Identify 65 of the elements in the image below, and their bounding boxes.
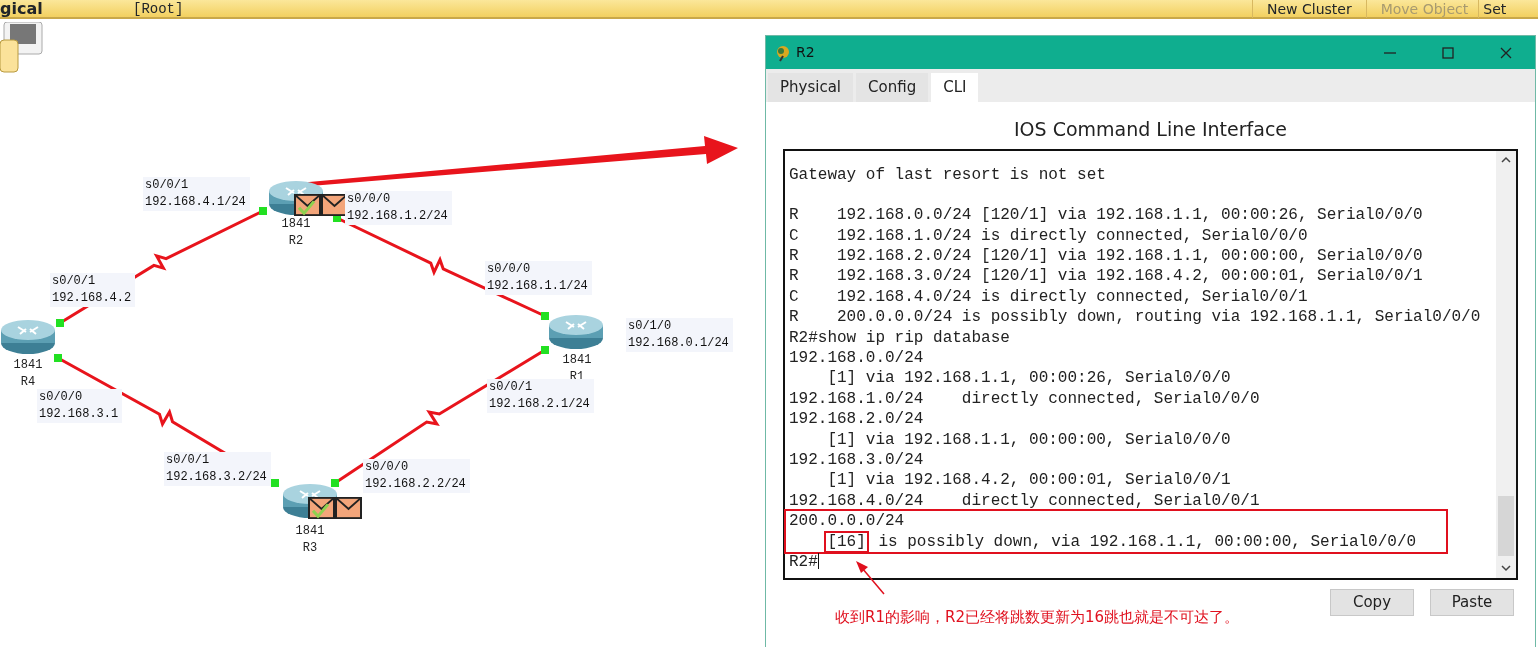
toolbar-button[interactable]: New Cluster (1252, 0, 1366, 18)
router-name: R4 (19, 374, 37, 391)
model-label: 1841 (280, 216, 312, 233)
interface-name: s0/0/0 (347, 191, 392, 208)
terminal-line: 192.168.2.0/24 (789, 410, 924, 429)
interface-name: s0/0/1 (145, 177, 190, 194)
terminal-line: 192.168.0.0/24 (789, 349, 924, 367)
panel-heading: IOS Command Line Interface (1012, 117, 1289, 142)
tab[interactable]: Physical (768, 73, 854, 102)
terminal-line: [1] via 192.168.1.1, 00:00:26, Serial0/0/0 (827, 369, 1231, 388)
toolbar-button[interactable]: Set (1478, 0, 1511, 18)
model-label: 1841 (12, 357, 44, 374)
interface-name: s0/0/1 (166, 452, 211, 469)
ip-address: 192.168.4.1/24 (145, 194, 246, 211)
ip-address: 192.168.2.1/24 (489, 396, 590, 413)
tab[interactable]: Config (856, 73, 929, 102)
ip-address: 192.168.1.2/24 (347, 208, 448, 225)
terminal-line: R2#show ip rip database (789, 328, 1010, 347)
terminal-line: R 192.168.0.0/24 [120/1] via 192.168.1.1, 00:00:26, Serial0/0/0 (789, 206, 1423, 225)
terminal-line: R 200.0.0.0/24 is possibly down, routing via 192.168.1.1, Serial0/0/0 (789, 308, 1481, 327)
annotation-text: 收到R1的影响，R2已经将跳数更新为16跳也就是不可达了。 (835, 607, 1240, 628)
interface-name: s0/0/0 (39, 389, 84, 406)
terminal-line: is possibly down, via 192.168.1.1, 00:00:00, Serial0/0/0 (877, 532, 1417, 551)
envelope-icon[interactable] (294, 192, 321, 216)
model-label: 1841 (294, 523, 326, 540)
window-title: R2 (796, 43, 815, 62)
scrollbar-thumb[interactable] (1498, 495, 1514, 556)
hop-count: [16] (824, 530, 869, 553)
terminal-line: 200.0.0.0/24 (789, 512, 905, 531)
dialog-button[interactable]: Copy (1330, 588, 1414, 616)
path-label: [Root] (133, 0, 184, 18)
terminal-line: [1] via 192.168.1.1, 00:00:00, Serial0/0/0 (827, 430, 1231, 449)
interface-name: s0/0/0 (365, 459, 410, 476)
callout-arrow (856, 561, 885, 595)
router-name: R2 (287, 233, 305, 250)
tab[interactable]: CLI (931, 73, 979, 102)
ip-address: 192.168.1.1/24 (487, 278, 588, 295)
terminal-line: 192.168.3.0/24 (789, 450, 924, 469)
terminal-line: C 192.168.4.0/24 is directly connected, Serial0/0/1 (789, 287, 1308, 306)
envelope-icon[interactable] (321, 192, 348, 216)
dialog-button[interactable]: Paste (1430, 588, 1514, 616)
workspace-tab[interactable]: gical (0, 0, 43, 18)
model-label: 1841 (561, 352, 593, 369)
terminal-line: C 192.168.1.0/24 is directly connected, Serial0/0/0 (789, 226, 1308, 245)
envelope-icon[interactable] (308, 495, 335, 519)
ip-address: 192.168.3.2/24 (166, 469, 267, 486)
terminal-line: R 192.168.2.0/24 [120/1] via 192.168.1.1, 00:00:00, Serial0/0/0 (789, 247, 1423, 266)
terminal-line: 192.168.4.0/24 directly connected, Serial0/0/1 (789, 491, 1260, 510)
router-name: R3 (301, 540, 319, 557)
ip-address: 192.168.0.1/24 (628, 335, 729, 352)
terminal-line: R 192.168.3.0/24 [120/1] via 192.168.4.2, 00:00:01, Serial0/0/1 (789, 267, 1423, 286)
interface-name: s0/1/0 (628, 318, 673, 335)
interface-name: s0/0/0 (487, 261, 532, 278)
terminal-line: [1] via 192.168.4.2, 00:00:01, Serial0/0/1 (827, 471, 1231, 490)
ip-address: 192.168.3.1 (39, 406, 119, 423)
interface-name: s0/0/1 (52, 273, 97, 290)
ip-address: 192.168.4.2 (52, 290, 132, 307)
terminal-line: Gateway of last resort is not set (789, 165, 1106, 184)
terminal-line: 192.168.1.0/24 directly connected, Serial0/0/0 (789, 389, 1260, 408)
envelope-icon[interactable] (335, 495, 362, 519)
ip-address: 192.168.2.2/24 (365, 476, 466, 493)
scrollbar[interactable] (1496, 150, 1516, 578)
cluster-icon[interactable] (0, 22, 44, 74)
interface-name: s0/0/1 (489, 379, 534, 396)
terminal-line: R2# (789, 552, 818, 571)
